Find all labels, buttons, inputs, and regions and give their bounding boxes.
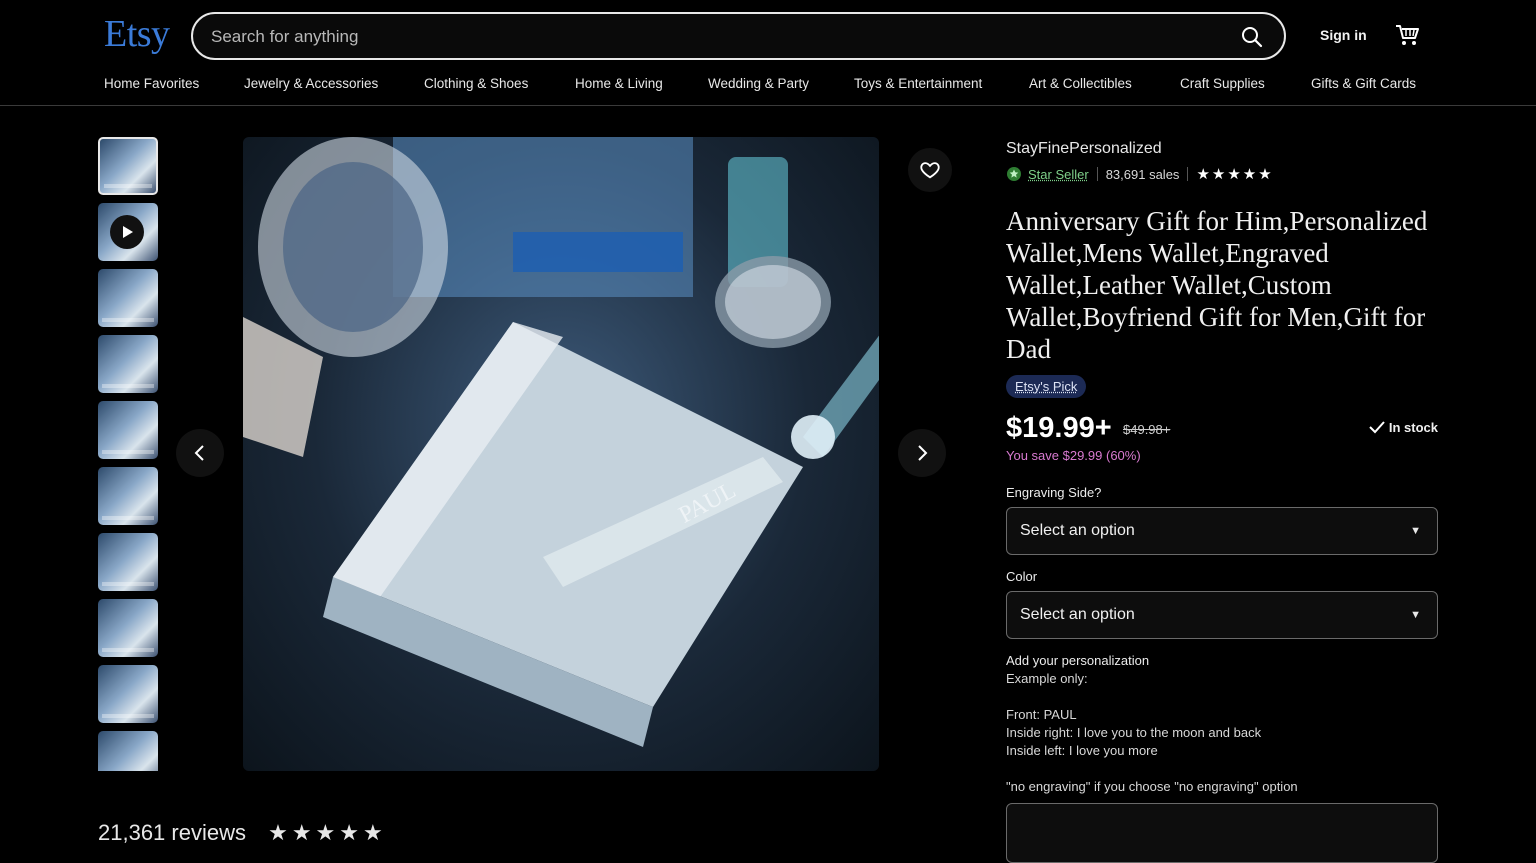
color-label: Color bbox=[1006, 569, 1438, 584]
blank-line bbox=[1006, 760, 1438, 778]
original-price: $49.98+ bbox=[1123, 422, 1170, 437]
video-thumbnail[interactable] bbox=[98, 203, 158, 261]
personalization-instructions: Example only: Front: PAUL Inside right: … bbox=[1006, 670, 1438, 796]
wallet-photo: PAUL bbox=[243, 137, 879, 771]
review-count: 21,361 reviews bbox=[98, 820, 246, 845]
sign-in-link[interactable]: Sign in bbox=[1320, 27, 1367, 43]
personalization-heading: Add your personalization bbox=[1006, 653, 1438, 668]
price-row: $19.99+ $49.98+ In stock bbox=[1006, 412, 1438, 444]
thumbnail[interactable] bbox=[98, 401, 158, 459]
review-stars: ★★★★★ bbox=[268, 820, 387, 845]
thumbnail[interactable] bbox=[98, 137, 158, 195]
chevron-left-icon bbox=[190, 443, 210, 463]
thumbnail[interactable] bbox=[98, 467, 158, 525]
thumbnail-strip bbox=[98, 137, 158, 771]
thumbnail-caption bbox=[102, 516, 154, 520]
etsy-logo[interactable]: Etsy bbox=[104, 12, 170, 56]
nav-clothing-shoes[interactable]: Clothing & Shoes bbox=[424, 76, 575, 91]
thumbnail-caption bbox=[102, 582, 154, 586]
divider bbox=[1187, 167, 1188, 181]
next-image-button[interactable] bbox=[898, 429, 946, 477]
listing-title: Anniversary Gift for Him,Personalized Wa… bbox=[1006, 205, 1438, 365]
nav-home-favorites[interactable]: Home Favorites bbox=[104, 76, 244, 91]
search-icon[interactable] bbox=[1240, 25, 1264, 49]
shop-rating-stars[interactable]: ★★★★★ bbox=[1196, 165, 1273, 183]
heart-icon bbox=[919, 159, 941, 181]
savings-text: You save $29.99 (60%) bbox=[1006, 448, 1438, 463]
category-nav: Home Favorites Jewelry & Accessories Clo… bbox=[104, 76, 1416, 91]
shop-meta: Star Seller 83,691 sales ★★★★★ bbox=[1006, 165, 1438, 183]
play-icon bbox=[110, 215, 144, 249]
nav-toys-entertainment[interactable]: Toys & Entertainment bbox=[854, 76, 1029, 91]
nav-gifts-gift-cards[interactable]: Gifts & Gift Cards bbox=[1311, 76, 1416, 91]
previous-image-button[interactable] bbox=[176, 429, 224, 477]
thumbnail[interactable] bbox=[98, 599, 158, 657]
listing-details: StayFinePersonalized Star Seller 83,691 … bbox=[1006, 140, 1438, 796]
check-icon bbox=[1369, 420, 1385, 434]
nav-wedding-party[interactable]: Wedding & Party bbox=[708, 76, 854, 91]
instruction-line: "no engraving" if you choose "no engravi… bbox=[1006, 778, 1438, 796]
nav-home-living[interactable]: Home & Living bbox=[575, 76, 708, 91]
stock-status: In stock bbox=[1369, 420, 1438, 435]
chevron-right-icon bbox=[912, 443, 932, 463]
star-seller-icon bbox=[1006, 166, 1022, 182]
stock-text: In stock bbox=[1389, 420, 1438, 435]
thumbnail-caption bbox=[104, 184, 152, 188]
thumbnail[interactable] bbox=[98, 665, 158, 723]
thumbnail[interactable] bbox=[98, 533, 158, 591]
color-value: Select an option bbox=[1020, 606, 1135, 624]
engraving-side-select[interactable]: Select an option ▼ bbox=[1006, 507, 1438, 555]
search-bar[interactable] bbox=[191, 12, 1286, 60]
thumbnail-caption bbox=[102, 648, 154, 652]
thumbnail-caption bbox=[102, 384, 154, 388]
shop-name-link[interactable]: StayFinePersonalized bbox=[1006, 140, 1438, 158]
thumbnail[interactable] bbox=[98, 731, 158, 771]
thumbnail-caption bbox=[102, 714, 154, 718]
main-product-image[interactable]: PAUL bbox=[243, 137, 879, 771]
caret-down-icon: ▼ bbox=[1410, 609, 1421, 621]
instruction-line: Example only: bbox=[1006, 670, 1438, 688]
star-seller-badge[interactable]: Star Seller bbox=[1028, 167, 1089, 182]
thumbnail[interactable] bbox=[98, 335, 158, 393]
current-price: $19.99+ bbox=[1006, 412, 1112, 444]
etsys-pick-badge[interactable]: Etsy's Pick bbox=[1006, 375, 1086, 398]
blank-line bbox=[1006, 688, 1438, 706]
divider bbox=[1097, 167, 1098, 181]
thumbnail-caption bbox=[102, 450, 154, 454]
color-select[interactable]: Select an option ▼ bbox=[1006, 591, 1438, 639]
engraving-side-label: Engraving Side? bbox=[1006, 485, 1438, 500]
instruction-line: Front: PAUL bbox=[1006, 706, 1438, 724]
cart-icon[interactable] bbox=[1393, 21, 1421, 49]
instruction-line: Inside left: I love you more bbox=[1006, 742, 1438, 760]
nav-jewelry-accessories[interactable]: Jewelry & Accessories bbox=[244, 76, 424, 91]
thumbnail[interactable] bbox=[98, 269, 158, 327]
favorite-button[interactable] bbox=[908, 148, 952, 192]
thumbnail-caption bbox=[102, 318, 154, 322]
instruction-line: Inside right: I love you to the moon and… bbox=[1006, 724, 1438, 742]
sales-count: 83,691 sales bbox=[1106, 167, 1180, 182]
nav-craft-supplies[interactable]: Craft Supplies bbox=[1180, 76, 1311, 91]
site-header: Etsy Sign in Home Favorites Jewelry & Ac… bbox=[0, 0, 1536, 106]
engraving-side-value: Select an option bbox=[1020, 522, 1135, 540]
caret-down-icon: ▼ bbox=[1410, 525, 1421, 537]
personalization-textarea[interactable] bbox=[1006, 803, 1438, 863]
search-input[interactable] bbox=[211, 24, 1191, 50]
reviews-heading: 21,361 reviews ★★★★★ bbox=[98, 820, 387, 846]
nav-art-collectibles[interactable]: Art & Collectibles bbox=[1029, 76, 1180, 91]
